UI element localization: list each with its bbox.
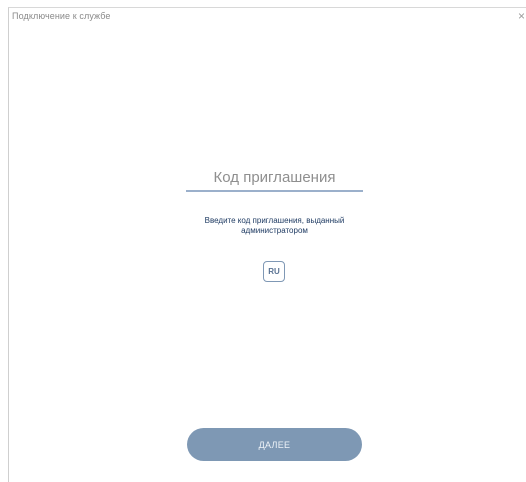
connect-service-window: Подключение к службе × Введите код пригл… [8, 7, 526, 482]
invitation-code-hint: Введите код приглашения, выданный админи… [204, 216, 345, 235]
language-selector-button[interactable]: RU [263, 261, 285, 282]
next-button[interactable]: ДАЛЕЕ [187, 428, 362, 461]
close-icon[interactable]: × [518, 10, 526, 22]
window-title: Подключение к службе [12, 11, 111, 21]
invitation-code-input[interactable] [186, 164, 363, 192]
